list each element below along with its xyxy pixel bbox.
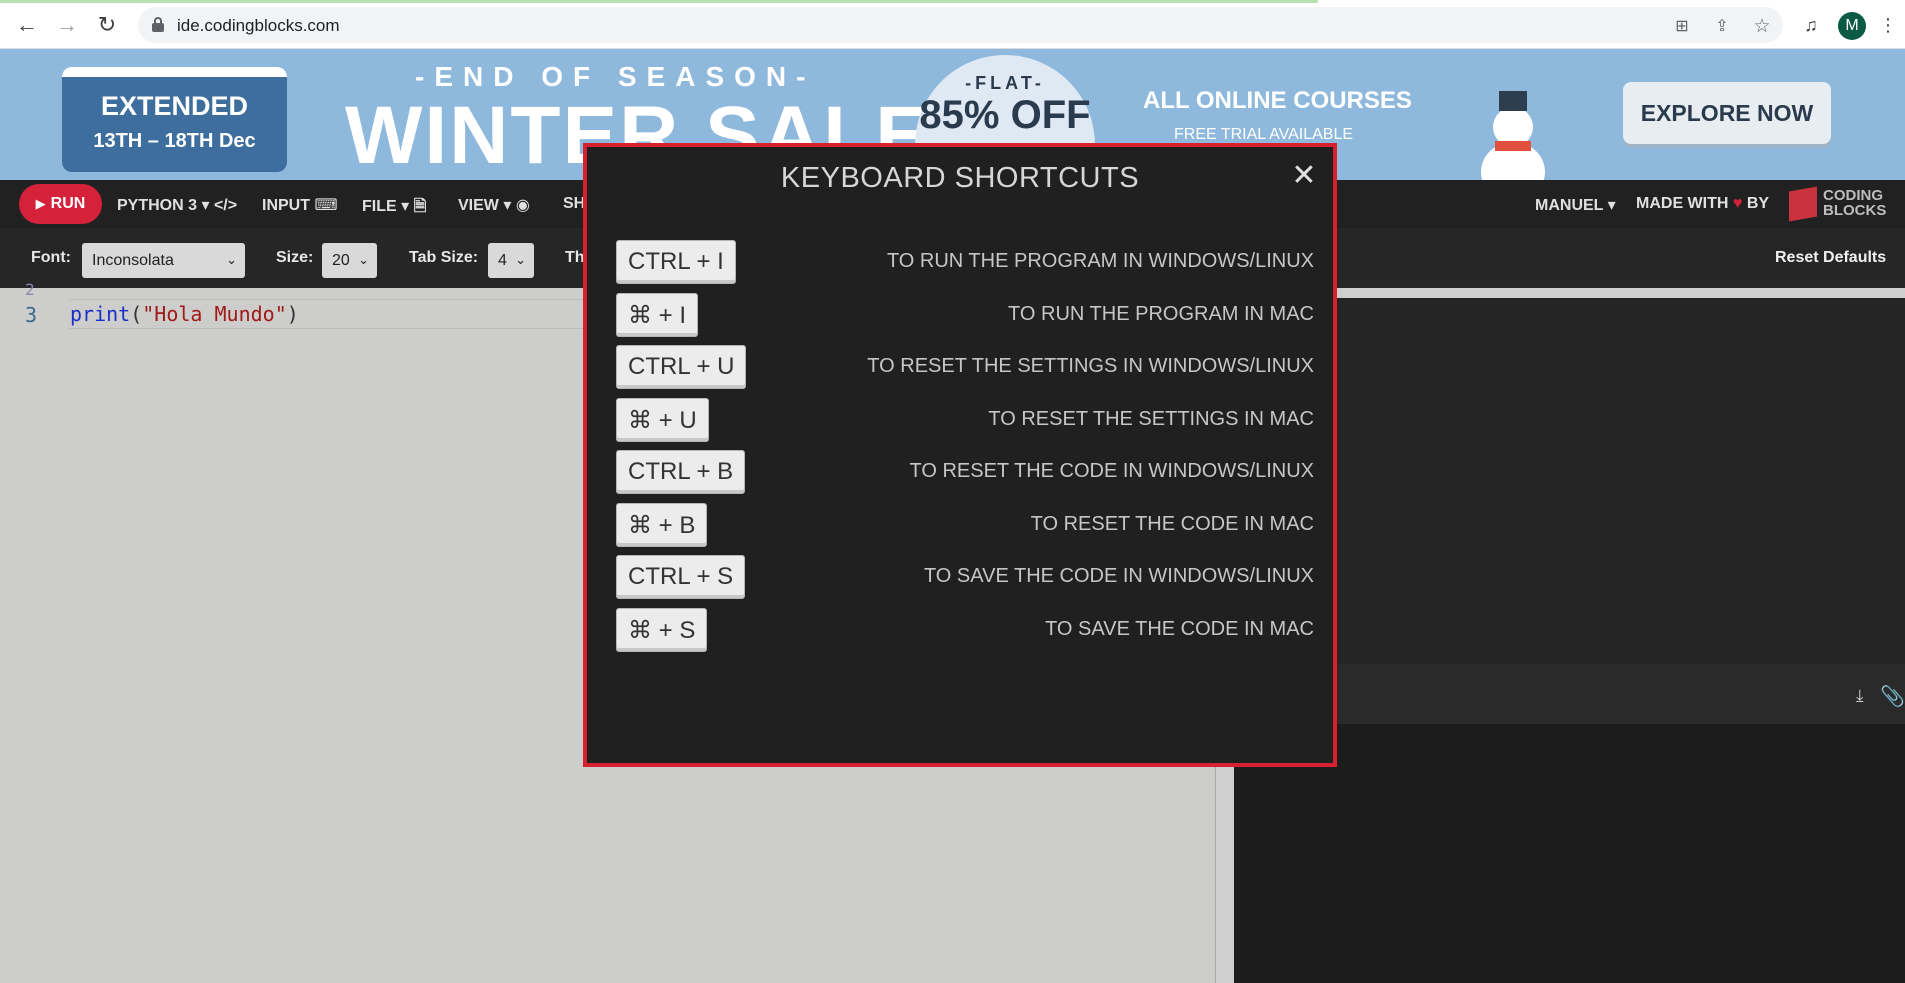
flat-text: -FLAT- <box>965 73 1045 93</box>
discount-text: 85% OFF <box>919 93 1091 137</box>
shortcut-description: TO RUN THE PROGRAM IN MAC <box>1008 303 1314 325</box>
language-menu[interactable]: PYTHON 3 ▾ </> <box>117 195 237 215</box>
size-label: Size: <box>276 249 314 266</box>
shortcut-row: CTRL + B TO RESET THE CODE IN WINDOWS/LI… <box>587 450 1333 494</box>
avatar[interactable]: M <box>1838 12 1866 40</box>
translate-icon[interactable]: ⊞ <box>1670 14 1694 38</box>
font-label: Font: <box>31 249 71 266</box>
shortcut-row: ⌘ + I TO RUN THE PROGRAM IN MAC <box>587 293 1333 337</box>
chevron-down-icon: ⌄ <box>515 252 526 267</box>
shortcut-description: TO RESET THE CODE IN MAC <box>1030 513 1314 535</box>
code-string: "Hola Mundo" <box>142 302 287 326</box>
by-label: BY <box>1746 195 1770 212</box>
shortcut-description: TO SAVE THE CODE IN WINDOWS/LINUX <box>923 565 1314 587</box>
made-with-text: MADE WITH ♥ BY <box>1636 195 1769 213</box>
extended-text: EXTENDED <box>100 91 249 121</box>
keyboard-shortcuts-modal: KEYBOARD SHORTCUTS ✕ CTRL + I TO RUN THE… <box>583 143 1337 767</box>
url-text[interactable]: ide.codingblocks.com <box>177 16 340 36</box>
menu-icon[interactable]: ⋮ <box>1878 10 1898 40</box>
logo-line-2: BLOCKS <box>1823 202 1887 219</box>
modal-title: KEYBOARD SHORTCUTS <box>780 162 1140 194</box>
shortcuts-menu[interactable]: SH <box>563 195 585 213</box>
star-icon[interactable]: ☆ <box>1750 14 1774 38</box>
font-select[interactable]: Inconsolata ⌄ <box>82 243 245 278</box>
download-icon[interactable]: ⤓ <box>1856 686 1864 706</box>
play-icon: ▶ <box>35 196 46 211</box>
shortcut-description: TO RESET THE SETTINGS IN MAC <box>988 408 1314 430</box>
reload-icon[interactable]: ↻ <box>92 10 122 40</box>
key-combo: ⌘ + S <box>616 608 708 652</box>
font-select-value: Inconsolata <box>92 251 174 269</box>
loading-bar <box>0 0 1318 3</box>
code-line[interactable]: print("Hola Mundo") <box>70 302 299 326</box>
forward-icon[interactable]: → <box>52 10 82 40</box>
key-combo: ⌘ + B <box>616 503 708 547</box>
snowman-illustration <box>1475 91 1555 180</box>
key-combo: ⌘ + I <box>616 293 699 337</box>
code-open-paren: ( <box>130 302 143 326</box>
run-label: RUN <box>50 195 86 212</box>
shortcut-row: CTRL + I TO RUN THE PROGRAM IN WINDOWS/L… <box>587 240 1333 284</box>
all-online-courses-text: ALL ONLINE COURSES <box>1143 87 1412 114</box>
file-menu[interactable]: FILE ▾ 🗎 <box>362 195 426 222</box>
logo-line-1: CODING <box>1823 187 1883 204</box>
address-bar[interactable]: ide.codingblocks.com ⊞ ⇪ ☆ <box>138 7 1783 43</box>
line-number-prev: 2 <box>25 280 35 299</box>
close-icon[interactable]: ✕ <box>1288 159 1320 192</box>
shortcut-row: ⌘ + B TO RESET THE CODE IN MAC <box>587 503 1333 547</box>
heart-icon: ♥ <box>1732 195 1743 212</box>
code-keyword: print <box>70 302 131 326</box>
lock-icon[interactable] <box>152 17 164 32</box>
code-close-paren: ) <box>286 302 299 326</box>
input-menu[interactable]: INPUT ⌨ <box>262 195 338 215</box>
back-icon[interactable]: ← <box>12 10 42 40</box>
size-select[interactable]: 20 ⌄ <box>322 243 377 278</box>
shortcut-description: TO RUN THE PROGRAM IN WINDOWS/LINUX <box>886 250 1314 272</box>
sale-dates: 13TH – 18TH Dec <box>93 130 256 152</box>
coding-blocks-logo[interactable]: CODING BLOCKS <box>1789 186 1899 222</box>
shortcut-row: ⌘ + S TO SAVE THE CODE IN MAC <box>587 608 1333 652</box>
made-with-label: MADE WITH <box>1636 195 1729 212</box>
chevron-down-icon: ⌄ <box>358 252 369 267</box>
tab-size-select[interactable]: 4 ⌄ <box>488 243 534 278</box>
size-select-value: 20 <box>332 251 350 269</box>
tab-size-value: 4 <box>498 251 507 269</box>
share-icon[interactable]: ⇪ <box>1710 14 1734 38</box>
key-combo: CTRL + S <box>616 555 746 599</box>
browser-chrome: ← → ↻ ide.codingblocks.com ⊞ ⇪ ☆ ♫ M ⋮ <box>0 0 1905 49</box>
media-icon[interactable]: ♫ <box>1796 10 1826 40</box>
shortcut-row: CTRL + S TO SAVE THE CODE IN WINDOWS/LIN… <box>587 555 1333 599</box>
free-trial-text: FREE TRIAL AVAILABLE <box>1174 126 1354 143</box>
paperclip-icon[interactable]: 📎 <box>1880 684 1905 709</box>
key-combo: CTRL + U <box>616 345 747 389</box>
shortcut-description: TO RESET THE CODE IN WINDOWS/LINUX <box>909 460 1315 482</box>
line-number: 3 <box>25 303 38 327</box>
shortcut-row: CTRL + U TO RESET THE SETTINGS IN WINDOW… <box>587 345 1333 389</box>
shortcut-description: TO RESET THE SETTINGS IN WINDOWS/LINUX <box>867 355 1314 377</box>
reset-defaults-button[interactable]: Reset Defaults <box>1775 249 1886 267</box>
key-combo: CTRL + B <box>616 450 746 494</box>
chevron-down-icon: ⌄ <box>226 252 237 267</box>
theme-label: Th <box>565 249 585 266</box>
run-button[interactable]: ▶ RUN <box>19 184 102 224</box>
explore-now-button[interactable]: EXPLORE NOW <box>1623 82 1831 144</box>
view-menu[interactable]: VIEW ▾ ◉ <box>458 195 530 215</box>
key-combo: ⌘ + U <box>616 398 709 442</box>
user-menu[interactable]: MANUEL ▾ <box>1535 195 1616 215</box>
tab-size-label: Tab Size: <box>409 249 479 266</box>
shortcut-row: ⌘ + U TO RESET THE SETTINGS IN MAC <box>587 398 1333 442</box>
key-combo: CTRL + I <box>616 240 736 284</box>
cube-icon <box>1789 186 1817 222</box>
shortcut-description: TO SAVE THE CODE IN MAC <box>1045 618 1314 640</box>
extended-sign: EXTENDED 13TH – 18TH Dec <box>62 67 287 172</box>
